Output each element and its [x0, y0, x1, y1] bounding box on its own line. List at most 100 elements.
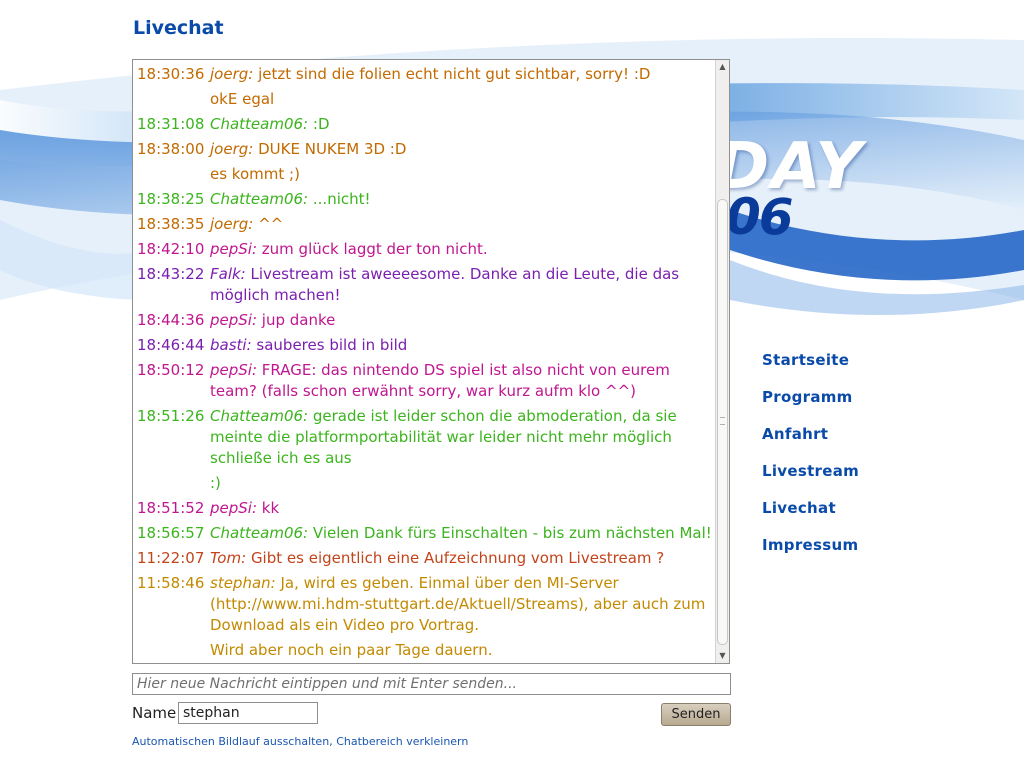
- chat-message: 18:38:00 joerg: DUKE NUKEM 3D :D: [137, 139, 715, 160]
- scroll-up-arrow-icon[interactable]: ▲: [716, 60, 729, 74]
- nav-item-livechat[interactable]: Livechat: [762, 498, 859, 535]
- message-input[interactable]: [132, 673, 731, 695]
- toggle-autoscroll-link[interactable]: Automatischen Bildlauf ausschalten: [132, 735, 329, 748]
- message-timestamp: 11:22:07: [137, 549, 205, 567]
- chat-message: Wird aber noch ein paar Tage dauern.: [137, 640, 715, 661]
- message-content: joerg: jetzt sind die folien echt nicht …: [210, 64, 715, 85]
- nav-item-startseite[interactable]: Startseite: [762, 350, 859, 387]
- page-title: Livechat: [133, 17, 224, 39]
- message-content: pepSi: kk: [210, 498, 715, 519]
- chat-message: 18:56:57 Chatteam06: Vielen Dank fürs Ein…: [137, 523, 715, 544]
- nav-item-programm[interactable]: Programm: [762, 387, 859, 424]
- message-text: zum glück laggt der ton nicht.: [261, 240, 488, 258]
- chat-message: :): [137, 473, 715, 494]
- chat-message: 18:51:52 pepSi: kk: [137, 498, 715, 519]
- message-content: Falk: Livestream ist aweeeesome. Danke a…: [210, 264, 715, 306]
- chat-message: 11:22:07 Tom: Gibt es eigentlich eine Auf…: [137, 548, 715, 569]
- message-text: ^^: [258, 215, 284, 233]
- message-content: Chatteam06: :D: [210, 114, 715, 135]
- chat-options: Automatischen Bildlauf ausschalten, Chat…: [132, 735, 468, 748]
- chat-message: 11:58:46 stephan: Ja, wird es geben. Einm…: [137, 573, 715, 636]
- message-timestamp: 18:38:35: [137, 215, 205, 233]
- chat-message: 18:51:26 Chatteam06: gerade ist leider sc…: [137, 406, 715, 469]
- message-timestamp: 11:58:46: [137, 574, 205, 592]
- chat-message: es kommt ;): [137, 164, 715, 185]
- message-content: :): [210, 473, 715, 494]
- name-input[interactable]: [178, 702, 318, 724]
- chat-message: okE egal: [137, 89, 715, 110]
- message-text: jetzt sind die folien echt nicht gut sic…: [258, 65, 651, 83]
- message-content: joerg: ^^: [210, 214, 715, 235]
- message-author: Chatteam06:: [210, 115, 309, 133]
- message-timestamp: 18:38:00: [137, 140, 205, 158]
- message-timestamp: [137, 164, 210, 185]
- send-button[interactable]: Senden: [661, 703, 731, 726]
- message-text: kk: [261, 499, 280, 517]
- message-text: :D: [312, 115, 330, 133]
- nav-item-livestream[interactable]: Livestream: [762, 461, 859, 498]
- message-text: es kommt ;): [210, 165, 300, 183]
- scrollbar-thumb[interactable]: [717, 199, 728, 645]
- message-timestamp: [137, 473, 210, 494]
- message-timestamp: 18:50:12: [137, 361, 205, 379]
- main-navigation: Startseite Programm Anfahrt Livestream L…: [762, 350, 859, 572]
- message-author: joerg:: [210, 65, 254, 83]
- chat-message: 18:43:22 Falk: Livestream ist aweeeesome.…: [137, 264, 715, 306]
- message-content: okE egal: [210, 89, 715, 110]
- chat-message: 18:50:12 pepSi: FRAGE: das nintendo DS sp…: [137, 360, 715, 402]
- message-text: Livestream ist aweeeesome. Danke an die …: [210, 265, 680, 304]
- chat-message: 18:30:36 joerg: jetzt sind die folien ech…: [137, 64, 715, 85]
- message-text: DUKE NUKEM 3D :D: [258, 140, 407, 158]
- message-text: jup danke: [261, 311, 336, 329]
- message-timestamp: [137, 640, 210, 661]
- shrink-chat-link[interactable]: Chatbereich verkleinern: [336, 735, 468, 748]
- message-author: Chatteam06:: [210, 524, 309, 542]
- message-author: basti:: [210, 336, 252, 354]
- scroll-down-arrow-icon[interactable]: ▼: [716, 649, 729, 663]
- chat-message: 18:44:36 pepSi: jup danke: [137, 310, 715, 331]
- message-text: Gibt es eigentlich eine Aufzeichnung vom…: [250, 549, 665, 567]
- chat-message: 18:42:10 pepSi: zum glück laggt der ton n…: [137, 239, 715, 260]
- message-timestamp: 18:43:22: [137, 265, 205, 283]
- message-content: Wird aber noch ein paar Tage dauern.: [210, 640, 715, 661]
- message-timestamp: 18:38:25: [137, 190, 205, 208]
- message-timestamp: 18:30:36: [137, 65, 205, 83]
- message-content: stephan: Ja, wird es geben. Einmal über …: [210, 573, 715, 636]
- nav-item-impressum[interactable]: Impressum: [762, 535, 859, 572]
- name-label: Name: [132, 704, 177, 722]
- message-content: basti: sauberes bild in bild: [210, 335, 715, 356]
- message-content: Tom: Gibt es eigentlich eine Aufzeichnun…: [210, 548, 715, 569]
- message-text: okE egal: [210, 90, 275, 108]
- message-author: joerg:: [210, 140, 254, 158]
- message-content: pepSi: FRAGE: das nintendo DS spiel ist …: [210, 360, 715, 402]
- scrollbar-grip-icon: [720, 417, 725, 425]
- message-author: pepSi:: [210, 361, 258, 379]
- nav-item-anfahrt[interactable]: Anfahrt: [762, 424, 859, 461]
- message-text: Vielen Dank fürs Einschalten - bis zum n…: [312, 524, 712, 542]
- message-author: stephan:: [210, 574, 276, 592]
- message-text: Wird aber noch ein paar Tage dauern.: [210, 641, 493, 659]
- message-timestamp: 18:51:26: [137, 407, 205, 425]
- message-author: Falk:: [210, 265, 246, 283]
- message-timestamp: 18:51:52: [137, 499, 205, 517]
- chat-message: 18:31:08 Chatteam06: :D: [137, 114, 715, 135]
- chat-message: 18:38:35 joerg: ^^: [137, 214, 715, 235]
- message-content: joerg: DUKE NUKEM 3D :D: [210, 139, 715, 160]
- message-author: pepSi:: [210, 499, 258, 517]
- message-timestamp: 18:56:57: [137, 524, 205, 542]
- chat-scrollbar[interactable]: ▲ ▼: [715, 60, 729, 663]
- chat-messages: 18:30:36 joerg: jetzt sind die folien ech…: [137, 64, 715, 663]
- message-author: joerg:: [210, 215, 254, 233]
- message-author: pepSi:: [210, 240, 258, 258]
- message-text: sauberes bild in bild: [256, 336, 408, 354]
- message-author: Tom:: [210, 549, 247, 567]
- chat-log[interactable]: 18:30:36 joerg: jetzt sind die folien ech…: [132, 59, 730, 664]
- message-timestamp: [137, 89, 210, 110]
- chat-message: 18:38:25 Chatteam06: ...nicht!: [137, 189, 715, 210]
- chat-message: 18:46:44 basti: sauberes bild in bild: [137, 335, 715, 356]
- message-author: pepSi:: [210, 311, 258, 329]
- message-text: FRAGE: das nintendo DS spiel ist also ni…: [210, 361, 670, 400]
- message-author: Chatteam06:: [210, 407, 309, 425]
- event-logo-year: 06: [726, 188, 794, 246]
- message-content: Chatteam06: gerade ist leider schon die …: [210, 406, 715, 469]
